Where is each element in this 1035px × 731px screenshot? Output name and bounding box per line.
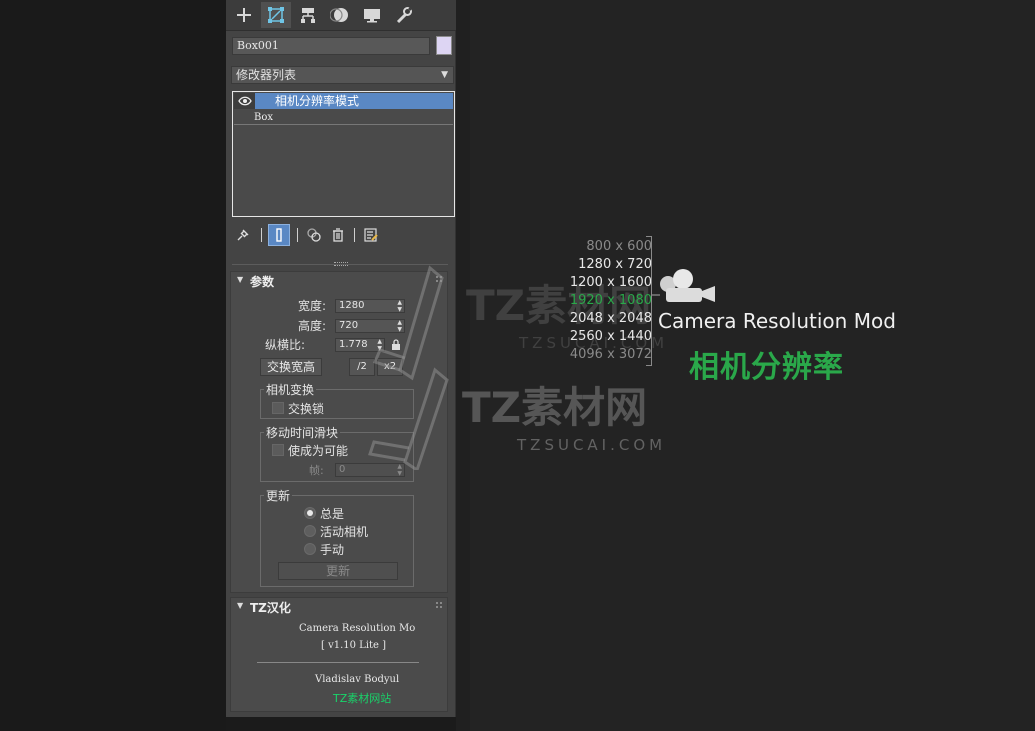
modify-tab[interactable] (261, 2, 291, 28)
motion-icon (330, 8, 348, 22)
motion-tab[interactable] (325, 2, 355, 28)
dropdown-arrow-icon: ▼ (441, 70, 448, 80)
configure-sets-button[interactable] (360, 224, 382, 246)
resolution-list: 800 x 600 1280 x 720 1200 x 1600 1920 x … (560, 238, 652, 364)
remove-modifier-button[interactable] (327, 224, 349, 246)
frame-label: 帧: (309, 464, 324, 477)
toolbar-separator (354, 228, 355, 242)
stack-item-box[interactable]: Box (234, 110, 453, 125)
resolution-item: 800 x 600 (586, 239, 652, 254)
update-active-camera-radio[interactable] (304, 525, 316, 537)
rollout-title: 参数 (250, 275, 275, 289)
radio-label: 手动 (320, 543, 345, 557)
collapse-triangle-icon: ▼ (237, 275, 244, 284)
resize-grip[interactable] (334, 262, 348, 266)
group-title: 移动时间滑块 (264, 424, 341, 441)
trash-icon (333, 228, 343, 242)
plus-icon (237, 8, 251, 22)
resolution-item: 1920 x 1080 (569, 293, 652, 308)
wrench-icon (396, 7, 412, 24)
stack-item-label: 相机分辨率模式 (275, 94, 360, 108)
pin-stack-button[interactable] (232, 224, 254, 246)
camera-icon (652, 269, 715, 302)
make-unique-button[interactable] (303, 224, 325, 246)
create-tab[interactable] (229, 2, 259, 28)
about-divider (257, 662, 419, 663)
watermark-text: TZ素材网 (462, 383, 648, 432)
toolbar-separator (297, 228, 298, 242)
utilities-tab[interactable] (389, 2, 419, 28)
plugin-title-cn: 相机分辨率 (689, 350, 844, 385)
modify-icon (268, 7, 284, 23)
swap-dimensions-button[interactable]: 交换宽高 (260, 358, 322, 376)
show-end-result-icon (276, 228, 282, 242)
object-color-swatch[interactable] (436, 36, 452, 55)
configure-icon (364, 228, 378, 242)
watermark-logo-icon (368, 265, 449, 470)
display-tab[interactable] (357, 2, 387, 28)
transform-lock-label: 交换锁 (288, 402, 325, 416)
rollout-title: TZ汉化 (250, 601, 291, 615)
plugin-version: [ v1.10 Lite ] (321, 640, 387, 651)
command-panel-tabs (226, 0, 456, 31)
height-label: 高度: (298, 319, 327, 333)
resolution-item: 1200 x 1600 (569, 275, 652, 290)
resolution-item: 2048 x 2048 (569, 311, 652, 326)
height-value: 720 (339, 320, 359, 331)
update-button[interactable]: 更新 (278, 562, 398, 580)
stack-item-label: Box (254, 112, 274, 123)
frame-value: 0 (339, 464, 346, 475)
resolution-item: 2560 x 1440 (569, 329, 652, 344)
collapse-triangle-icon: ▼ (237, 601, 244, 610)
modifier-list-dropdown[interactable]: 修改器列表 ▼ (231, 66, 454, 84)
radio-label: 活动相机 (320, 525, 369, 539)
about-rollout-header[interactable]: ▼ TZ汉化 (231, 598, 447, 616)
plugin-title-en: Camera Resolution Mod (658, 309, 896, 333)
hierarchy-icon (301, 8, 315, 23)
viewport-left-bg (0, 0, 226, 731)
group-title: 相机变换 (264, 381, 317, 398)
modifier-stack[interactable]: 相机分辨率模式 Box (232, 91, 455, 217)
pin-icon (237, 229, 249, 241)
make-unique-icon (307, 228, 321, 242)
width-label: 宽度: (298, 299, 327, 313)
watermark-subtext: TZSUCAI.COM (517, 436, 667, 454)
transform-lock-checkbox[interactable] (272, 402, 284, 414)
stack-toolbar (232, 223, 452, 247)
update-always-radio[interactable] (304, 507, 316, 519)
drag-handle-icon[interactable] (436, 602, 442, 608)
object-name-field[interactable]: Box001 (232, 37, 430, 55)
aspect-label: 纵横比: (265, 338, 306, 352)
radio-label: 总是 (320, 507, 345, 521)
update-manual-radio[interactable] (304, 543, 316, 555)
hierarchy-tab[interactable] (293, 2, 323, 28)
eye-icon[interactable] (234, 93, 255, 109)
plugin-author: Vladislav Bodyul (315, 674, 400, 685)
enable-checkbox[interactable] (272, 444, 284, 456)
stack-item-camera-resolution[interactable]: 相机分辨率模式 (234, 93, 453, 109)
show-end-result-button[interactable] (268, 224, 290, 246)
about-rollout: ▼ TZ汉化 Camera Resolution Mo [ v1.10 Lite… (230, 597, 448, 712)
group-title: 更新 (264, 487, 293, 504)
plugin-name: Camera Resolution Mo (299, 623, 416, 634)
toolbar-separator (261, 228, 262, 242)
resolution-item: 4096 x 3072 (569, 347, 652, 362)
modifier-list-label: 修改器列表 (236, 68, 297, 82)
display-icon (364, 9, 380, 23)
site-link[interactable]: TZ素材网站 (333, 690, 391, 706)
enable-label: 使成为可能 (288, 444, 349, 458)
resolution-item: 1280 x 720 (578, 257, 652, 272)
